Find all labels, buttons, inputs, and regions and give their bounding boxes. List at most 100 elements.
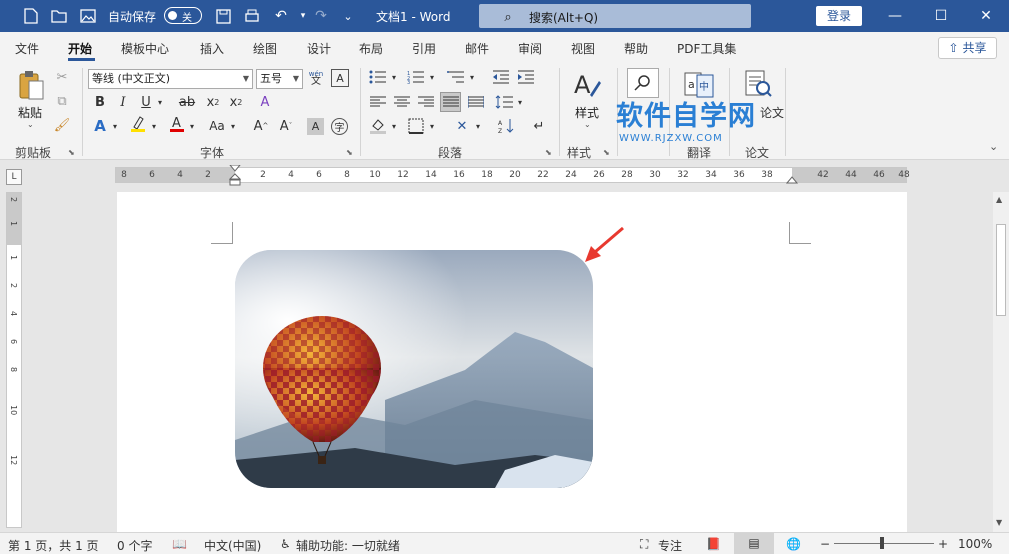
decrease-indent-icon[interactable]: [491, 68, 511, 86]
tab-references[interactable]: 引用: [412, 40, 436, 57]
redo-icon[interactable]: ↷: [312, 7, 330, 25]
scroll-up-icon[interactable]: ▲: [996, 195, 1002, 204]
word-count[interactable]: 0 个字: [117, 537, 152, 554]
copy-icon[interactable]: ⧉: [53, 92, 71, 110]
save-icon[interactable]: [214, 7, 232, 25]
paper-check-icon[interactable]: [743, 68, 773, 100]
tab-template-center[interactable]: 模板中心: [121, 40, 169, 57]
tab-layout[interactable]: 布局: [359, 40, 383, 57]
focus-label[interactable]: 专注: [658, 537, 682, 554]
tab-selector[interactable]: L: [6, 169, 22, 185]
multilevel-list-icon[interactable]: [446, 68, 466, 86]
zoom-level[interactable]: 100%: [958, 537, 992, 551]
autosave-toggle[interactable]: 关: [164, 7, 202, 24]
underline-icon[interactable]: U: [137, 93, 155, 111]
paragraph-launcher-icon[interactable]: ⬊: [545, 148, 552, 157]
borders-dropdown-icon[interactable]: ▾: [427, 117, 437, 135]
highlight-dropdown-icon[interactable]: ▾: [149, 117, 159, 135]
minimize-icon[interactable]: —: [872, 0, 918, 32]
close-icon[interactable]: ✕: [963, 0, 1009, 32]
change-case-icon[interactable]: Aa: [206, 117, 228, 135]
sort-icon[interactable]: AZ: [497, 117, 517, 135]
language-indicator[interactable]: 中文(中国): [204, 537, 261, 554]
image-icon[interactable]: [79, 7, 97, 25]
font-name-dropdown[interactable]: 等线 (中文正文) ▼: [88, 69, 253, 89]
numbering-dropdown-icon[interactable]: ▾: [427, 68, 437, 86]
search-box[interactable]: ⌕ 搜索(Alt+Q): [479, 4, 751, 28]
font-launcher-icon[interactable]: ⬊: [346, 148, 353, 157]
styles-icon[interactable]: A: [571, 68, 603, 102]
styles-dropdown-icon[interactable]: ⌄: [584, 120, 591, 129]
print-layout-icon[interactable]: ▤: [734, 533, 774, 554]
justify-icon[interactable]: [440, 92, 461, 112]
italic-icon[interactable]: I: [114, 93, 132, 111]
shrink-font-icon[interactable]: Aˇ: [277, 117, 295, 135]
zoom-slider[interactable]: [834, 543, 934, 544]
character-shading-icon[interactable]: A: [307, 118, 324, 135]
increase-indent-icon[interactable]: [516, 68, 536, 86]
text-effects-icon[interactable]: A: [91, 117, 109, 135]
bold-icon[interactable]: B: [91, 93, 109, 111]
tab-view[interactable]: 视图: [571, 40, 595, 57]
chinese-layout-icon[interactable]: ✕: [452, 117, 472, 135]
indent-marker-icon[interactable]: [229, 165, 241, 187]
translate-icon[interactable]: a中: [684, 70, 714, 100]
tab-home[interactable]: 开始: [68, 40, 92, 57]
tab-insert[interactable]: 插入: [200, 40, 224, 57]
zoom-slider-thumb[interactable]: [880, 537, 884, 549]
tab-review[interactable]: 审阅: [518, 40, 542, 57]
web-layout-icon[interactable]: 🌐: [786, 537, 801, 551]
change-case-dropdown-icon[interactable]: ▾: [228, 117, 238, 135]
share-button[interactable]: ⇧ 共享: [938, 37, 997, 59]
phonetic-guide-icon[interactable]: wén 文: [307, 68, 325, 88]
customize-toolbar-icon[interactable]: ⌄: [339, 7, 357, 25]
tab-draw[interactable]: 绘图: [253, 40, 277, 57]
login-button[interactable]: 登录: [816, 6, 862, 26]
underline-dropdown-icon[interactable]: ▾: [155, 93, 165, 111]
superscript-icon[interactable]: x2: [227, 93, 245, 111]
zoom-in-icon[interactable]: +: [938, 537, 948, 551]
styles-launcher-icon[interactable]: ⬊: [603, 148, 610, 157]
font-color-dropdown-icon[interactable]: ▾: [187, 117, 197, 135]
right-indent-marker-icon[interactable]: [786, 174, 798, 184]
tab-pdf-tools[interactable]: PDF工具集: [677, 40, 736, 57]
find-icon[interactable]: [627, 68, 659, 98]
proofing-icon[interactable]: 📖: [172, 537, 187, 551]
bullets-icon[interactable]: [368, 68, 388, 86]
paste-dropdown-icon[interactable]: ⌄: [27, 120, 34, 129]
paste-icon[interactable]: [16, 68, 46, 102]
tab-help[interactable]: 帮助: [624, 40, 648, 57]
subscript-icon[interactable]: x2: [204, 93, 222, 111]
maximize-icon[interactable]: ☐: [918, 0, 964, 32]
tab-mailings[interactable]: 邮件: [465, 40, 489, 57]
cut-icon[interactable]: ✂: [53, 68, 71, 86]
open-folder-icon[interactable]: [50, 7, 68, 25]
focus-icon[interactable]: ⛶: [640, 537, 648, 552]
font-color-icon[interactable]: A: [168, 115, 186, 133]
page-count[interactable]: 第 1 页，共 1 页: [8, 537, 99, 554]
strikethrough-icon[interactable]: ab: [178, 93, 196, 111]
print-preview-icon[interactable]: [243, 7, 261, 25]
accessibility-status[interactable]: 辅助功能: 一切就绪: [296, 537, 400, 554]
styles-label[interactable]: 样式: [575, 104, 599, 121]
read-mode-icon[interactable]: 📕: [706, 537, 721, 551]
align-right-icon[interactable]: [416, 93, 436, 111]
text-effects-dropdown-icon[interactable]: ▾: [110, 117, 120, 135]
borders-icon[interactable]: [406, 117, 426, 135]
distributed-icon[interactable]: [466, 93, 486, 111]
vertical-ruler[interactable]: 2 1 1 2 4 6 8 10 12: [6, 192, 22, 528]
character-border-icon[interactable]: A: [331, 69, 349, 87]
format-painter-icon[interactable]: 🖌: [53, 116, 71, 134]
grow-font-icon[interactable]: A ^: [252, 117, 270, 135]
align-center-icon[interactable]: [392, 93, 412, 111]
horizontal-ruler[interactable]: 8 6 4 2 2 4 6 8 10 12 14 16 18 20 22 24 …: [115, 165, 910, 186]
shading-icon[interactable]: [368, 117, 388, 135]
scrollbar-thumb[interactable]: [996, 224, 1006, 316]
chinese-layout-dropdown-icon[interactable]: ▾: [473, 117, 483, 135]
font-size-dropdown[interactable]: 五号 ▼: [256, 69, 303, 89]
shading-dropdown-icon[interactable]: ▾: [389, 117, 399, 135]
tab-file[interactable]: 文件: [15, 40, 39, 57]
scroll-down-icon[interactable]: ▼: [996, 518, 1002, 527]
paste-label[interactable]: 粘贴: [18, 104, 42, 121]
multilevel-dropdown-icon[interactable]: ▾: [467, 68, 477, 86]
